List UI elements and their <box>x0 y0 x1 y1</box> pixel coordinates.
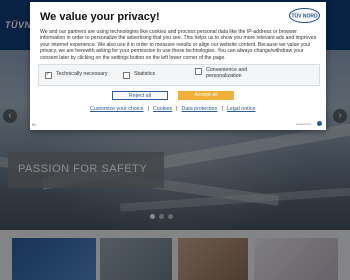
checkbox-statistics[interactable] <box>123 71 130 79</box>
link-separator: | <box>176 106 178 112</box>
option-statistics[interactable]: Statistics <box>123 71 155 79</box>
option-label: Statistics <box>134 71 156 77</box>
powered-by-label: powered by <box>296 122 312 126</box>
legal-notice-link[interactable]: Legal notice <box>227 106 256 112</box>
checkbox-convenience[interactable] <box>195 67 202 75</box>
consent-provider-icon <box>317 121 322 126</box>
link-separator: | <box>147 106 149 112</box>
consent-options: Technically necessary Statistics Conveni… <box>38 64 320 86</box>
dialog-body-text: We and our partners are using technologi… <box>40 29 317 61</box>
dialog-title: We value your privacy! <box>40 11 160 23</box>
dialog-links: Customize your choice | Cookies | Data p… <box>90 106 255 112</box>
accept-all-button[interactable]: Accept all <box>178 91 234 100</box>
consent-id-label: ID <box>32 122 36 127</box>
option-technically-necessary[interactable]: Technically necessary <box>45 71 108 79</box>
reject-all-button[interactable]: Reject all <box>112 91 168 100</box>
cookies-link[interactable]: Cookies <box>153 106 172 112</box>
option-label: Technically necessary <box>56 71 108 77</box>
customize-choice-link[interactable]: Customize your choice <box>90 106 144 112</box>
logo-text: TÜV NORD <box>291 13 318 20</box>
data-protection-link[interactable]: Data protection <box>182 106 218 112</box>
checkbox-technically-necessary[interactable] <box>45 71 52 79</box>
option-convenience[interactable]: Convenience and personalization <box>195 67 265 79</box>
option-label: Convenience and personalization <box>206 67 248 79</box>
tuv-nord-logo: TÜV NORD <box>289 8 320 23</box>
privacy-consent-dialog: We value your privacy! TÜV NORD We and o… <box>30 2 326 130</box>
link-separator: | <box>221 106 223 112</box>
